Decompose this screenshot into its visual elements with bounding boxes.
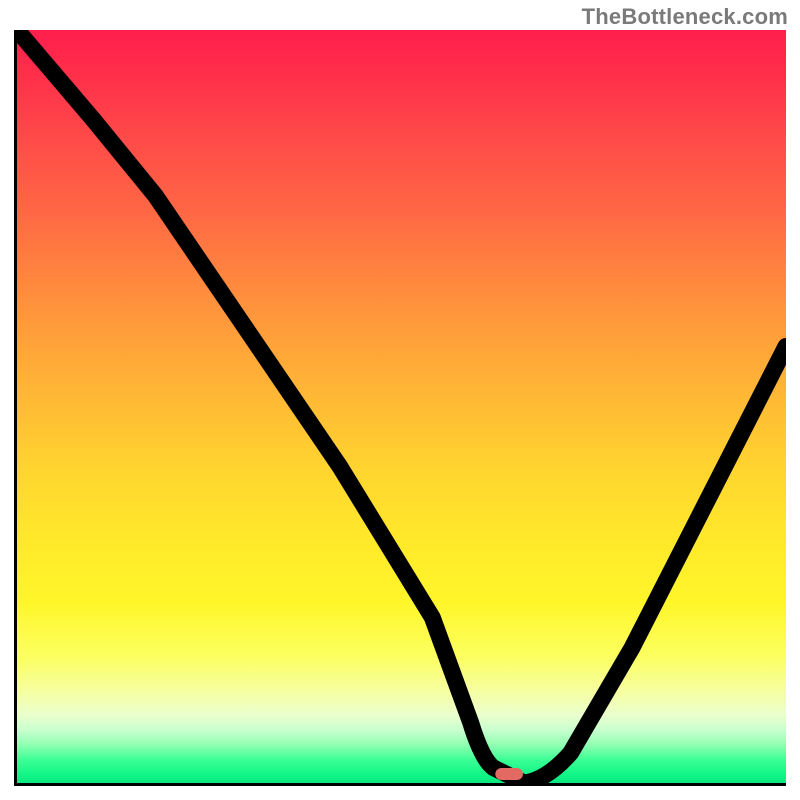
bottleneck-chart: TheBottleneck.com	[0, 0, 800, 800]
optimal-point-marker	[495, 768, 523, 780]
bottleneck-curve-path	[17, 30, 786, 783]
curve-layer	[17, 30, 786, 783]
watermark-text: TheBottleneck.com	[582, 4, 788, 30]
plot-area	[14, 30, 786, 786]
